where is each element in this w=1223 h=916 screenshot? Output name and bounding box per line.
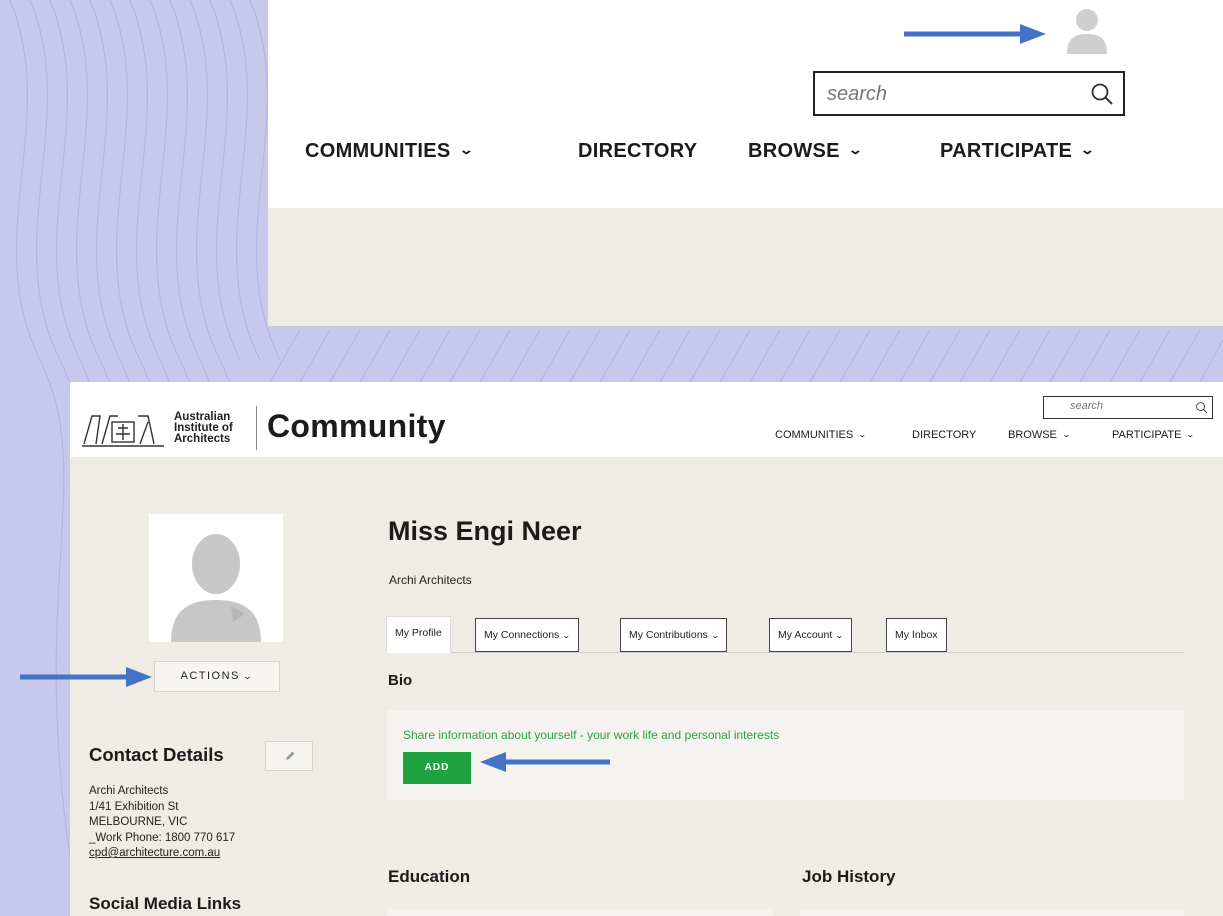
education-heading: Education	[388, 867, 471, 886]
callout-arrow-add	[480, 752, 610, 772]
bio-prompt: Share information about yourself - your …	[403, 728, 780, 742]
profile-page: Australian Institute of Architects Commu…	[70, 382, 1223, 916]
edit-contact-button[interactable]	[265, 741, 313, 771]
contact-company: Archi Architects	[89, 785, 169, 797]
zoomed-header-inset: COMMUNITIES⌄ DIRECTORY BROWSE⌄ PARTICIPA…	[268, 0, 1223, 326]
chevron-down-icon: ⌄	[847, 142, 864, 157]
chevron-down-icon: ⌄	[835, 631, 844, 640]
nav-directory[interactable]: DIRECTORY	[912, 429, 976, 441]
contact-details: Archi Architects 1/41 Exhibition St MELB…	[89, 784, 235, 862]
nav-communities[interactable]: COMMUNITIES ⌄	[775, 429, 867, 441]
contact-phone: _Work Phone: 1800 770 617	[89, 831, 236, 844]
inset-content-area	[268, 208, 1223, 326]
social-media-heading: Social Media Links	[89, 894, 242, 913]
contact-address: 1/41 Exhibition St	[89, 800, 179, 813]
chevron-down-icon: ⌄	[243, 671, 255, 681]
chevron-down-icon: ⌄	[710, 631, 720, 640]
profile-photo[interactable]	[149, 514, 283, 642]
nav-participate[interactable]: PARTICIPATE ⌄	[1112, 429, 1196, 441]
job-history-panel	[800, 909, 1184, 916]
search-icon[interactable]	[1090, 82, 1114, 106]
chevron-down-icon: ⌄	[458, 142, 474, 157]
header-search-field[interactable]	[1043, 396, 1213, 419]
job-history-heading: Job History	[802, 867, 896, 886]
chevron-down-icon: ⌄	[1061, 430, 1071, 439]
nav-browse[interactable]: BROWSE ⌄	[1008, 429, 1071, 441]
profile-name: Miss Engi Neer	[388, 516, 582, 546]
nav-browse[interactable]: BROWSE ⌄	[748, 140, 864, 163]
tab-my-profile[interactable]: My Profile	[386, 616, 451, 653]
profile-company: Archi Architects	[389, 573, 472, 587]
nav-communities[interactable]: COMMUNITIES ⌄	[305, 140, 474, 163]
chevron-down-icon: ⌄	[1186, 430, 1196, 439]
user-avatar-icon[interactable]	[1065, 6, 1109, 54]
tab-my-connections[interactable]: My Connections ⌄	[475, 618, 579, 652]
add-bio-button[interactable]: ADD	[403, 752, 471, 784]
actions-dropdown-button[interactable]: ACTIONS ⌄	[154, 661, 280, 692]
nav-directory[interactable]: DIRECTORY	[578, 140, 697, 163]
org-name: Australian Institute of Architects	[174, 411, 233, 445]
header-divider	[256, 406, 257, 450]
search-field[interactable]	[813, 71, 1125, 116]
tab-my-inbox[interactable]: My Inbox	[886, 618, 947, 652]
chevron-down-icon: ⌄	[1079, 142, 1096, 157]
header-search-input[interactable]	[1070, 400, 1190, 412]
pencil-icon	[286, 751, 295, 760]
site-title[interactable]: Community	[267, 408, 446, 445]
contact-email-link[interactable]: cpd@architecture.com.au	[89, 846, 235, 862]
contact-city: MELBOURNE, VIC	[89, 816, 188, 828]
nav-participate[interactable]: PARTICIPATE ⌄	[940, 140, 1096, 163]
callout-arrow-avatar	[904, 24, 1046, 44]
chevron-down-icon: ⌄	[562, 631, 572, 640]
education-panel	[387, 909, 773, 916]
user-silhouette-icon	[149, 514, 283, 642]
chevron-down-icon: ⌄	[858, 430, 867, 439]
tabs-divider	[386, 652, 1184, 653]
institute-logo	[82, 415, 164, 447]
bio-heading: Bio	[388, 672, 413, 689]
search-icon[interactable]	[1195, 401, 1208, 414]
contact-details-heading: Contact Details	[89, 744, 224, 765]
callout-arrow-actions	[20, 667, 152, 687]
search-input[interactable]	[827, 83, 1067, 106]
tab-my-account[interactable]: My Account ⌄	[769, 618, 852, 652]
tab-my-contributions[interactable]: My Contributions ⌄	[620, 618, 728, 652]
site-header: Australian Institute of Architects Commu…	[70, 382, 1223, 457]
